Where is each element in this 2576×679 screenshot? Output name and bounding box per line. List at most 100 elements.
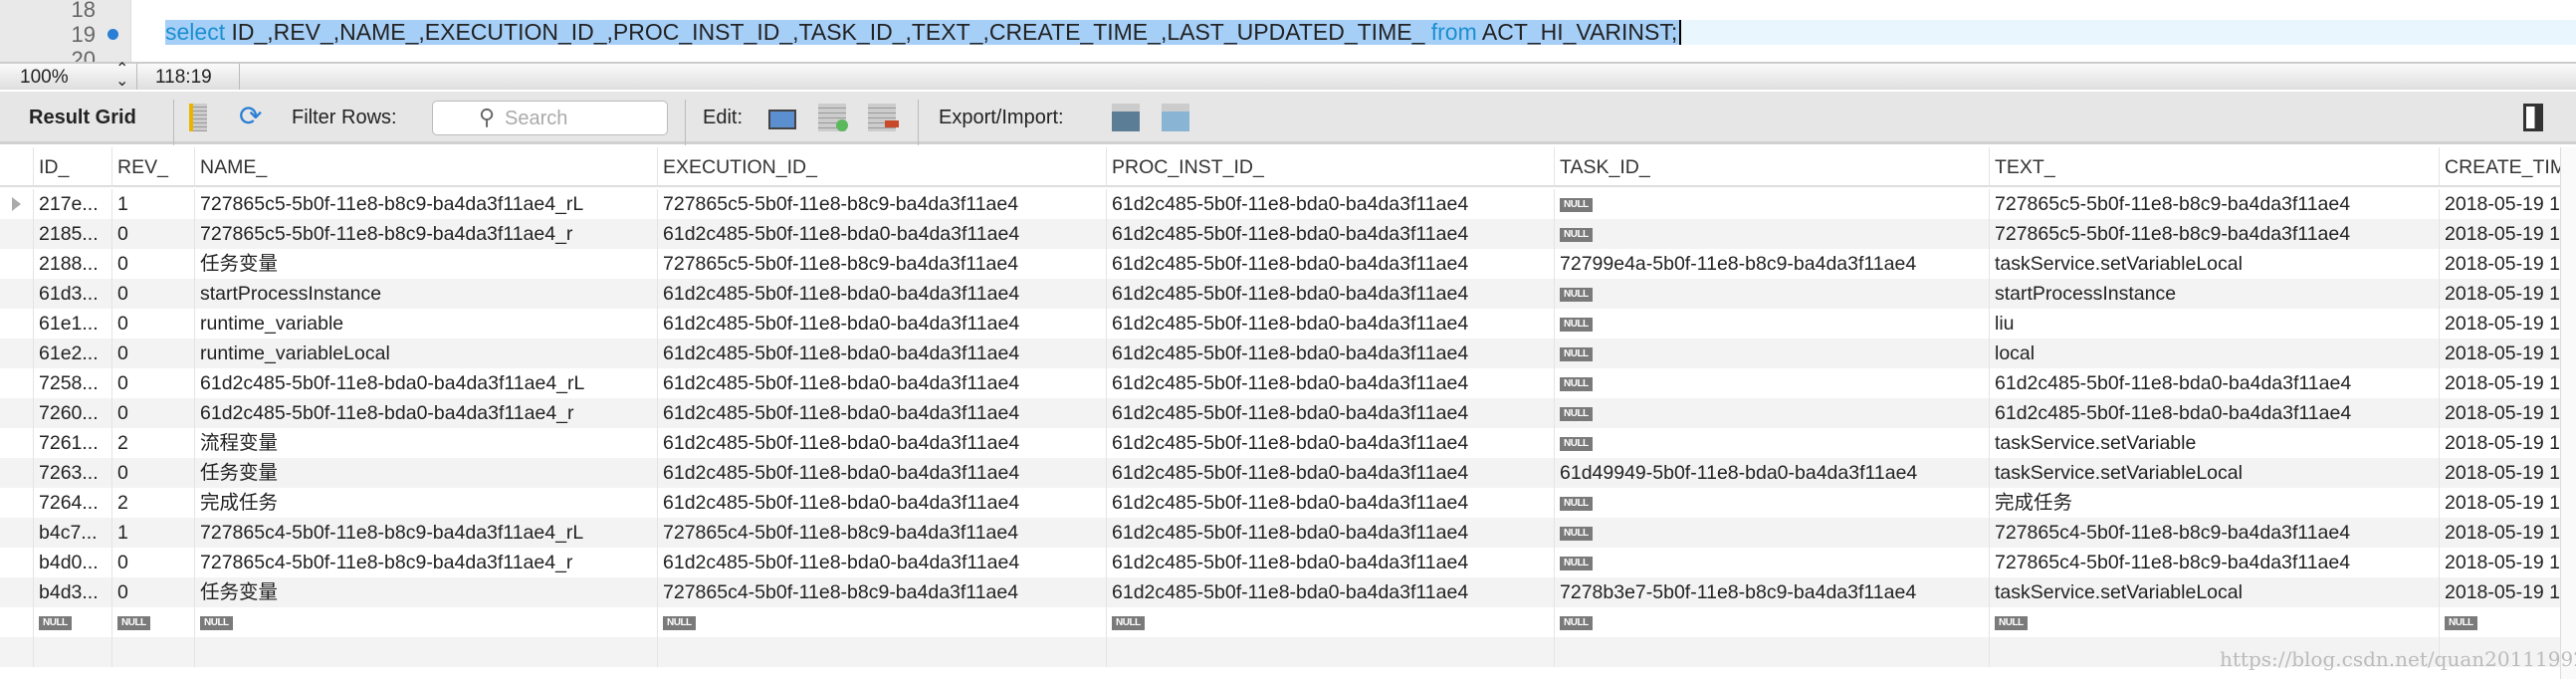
- column-header[interactable]: ID_: [33, 147, 111, 187]
- table-cell[interactable]: 217e...: [33, 189, 111, 219]
- table-cell[interactable]: [194, 637, 657, 667]
- table-cell[interactable]: 61d2c485-5b0f-11e8-bda0-ba4da3f11ae4: [657, 368, 1106, 398]
- table-cell[interactable]: 7258...: [33, 368, 111, 398]
- table-cell[interactable]: 727865c4-5b0f-11e8-b8c9-ba4da3f11ae4_r: [194, 548, 657, 577]
- table-cell[interactable]: 2: [111, 428, 194, 458]
- table-row[interactable]: 7264... 2 完成任务 61d2c485-5b0f-11e8-bda0-ba4d…: [0, 488, 2560, 518]
- table-cell[interactable]: 0: [111, 458, 194, 488]
- table-cell[interactable]: 61d2c485-5b0f-11e8-bda0-ba4da3f11ae4: [1106, 398, 1554, 428]
- table-cell[interactable]: [1106, 637, 1554, 667]
- table-cell[interactable]: taskService.setVariable: [1989, 428, 2439, 458]
- table-cell[interactable]: 任务变量: [194, 249, 657, 279]
- column-header[interactable]: CREATE_TIM: [2439, 147, 2560, 187]
- table-cell[interactable]: 任务变量: [194, 577, 657, 607]
- refresh-icon[interactable]: ⟳: [239, 100, 267, 131]
- table-cell[interactable]: 7278b3e7-5b0f-11e8-b8c9-ba4da3f11ae4: [1554, 577, 1989, 607]
- table-cell[interactable]: 0: [111, 398, 194, 428]
- table-cell[interactable]: b4d0...: [33, 548, 111, 577]
- table-cell[interactable]: liu: [1989, 309, 2439, 339]
- table-cell[interactable]: taskService.setVariableLocal: [1989, 249, 2439, 279]
- table-row[interactable]: 7258... 0 61d2c485-5b0f-11e8-bda0-ba4da3f1…: [0, 368, 2560, 398]
- table-row[interactable]: 7260... 0 61d2c485-5b0f-11e8-bda0-ba4da3f1…: [0, 398, 2560, 428]
- table-row[interactable]: 2185... 0 727865c5-5b0f-11e8-b8c9-ba4da3f1…: [0, 219, 2560, 249]
- sql-statement[interactable]: select ID_,REV_,NAME_,EXECUTION_ID_,PROC…: [165, 20, 1682, 45]
- column-header[interactable]: TEXT_: [1989, 147, 2439, 187]
- table-cell[interactable]: 727865c4-5b0f-11e8-b8c9-ba4da3f11ae4: [1989, 518, 2439, 548]
- insert-row-icon[interactable]: [818, 104, 848, 131]
- table-cell[interactable]: 2018-05-19 1: [2439, 249, 2560, 279]
- table-cell[interactable]: [111, 637, 194, 667]
- table-row[interactable]: 2188... 0 任务变量 727865c5-5b0f-11e8-b8c9-ba4d…: [0, 249, 2560, 279]
- column-header[interactable]: PROC_INST_ID_: [1106, 147, 1554, 187]
- table-cell[interactable]: 61d2c485-5b0f-11e8-bda0-ba4da3f11ae4: [657, 488, 1106, 518]
- table-cell[interactable]: 2018-05-19 1: [2439, 368, 2560, 398]
- table-cell[interactable]: 61d2c485-5b0f-11e8-bda0-ba4da3f11ae4: [1106, 339, 1554, 368]
- table-cell[interactable]: 61d2c485-5b0f-11e8-bda0-ba4da3f11ae4: [1106, 428, 1554, 458]
- zoom-stepper[interactable]: ⌃ ⌄: [115, 62, 128, 90]
- table-cell[interactable]: 727865c5-5b0f-11e8-b8c9-ba4da3f11ae4_r: [194, 219, 657, 249]
- table-cell[interactable]: [657, 637, 1106, 667]
- table-row[interactable]: 7261... 2 流程变量 61d2c485-5b0f-11e8-bda0-ba4d…: [0, 428, 2560, 458]
- table-cell[interactable]: [33, 637, 111, 667]
- table-row[interactable]: 7263... 0 任务变量 61d2c485-5b0f-11e8-bda0-ba4d…: [0, 458, 2560, 488]
- table-cell[interactable]: 2018-05-19 1: [2439, 279, 2560, 309]
- table-cell[interactable]: 61d2c485-5b0f-11e8-bda0-ba4da3f11ae4: [657, 398, 1106, 428]
- table-cell[interactable]: startProcessInstance: [194, 279, 657, 309]
- table-cell[interactable]: 7263...: [33, 458, 111, 488]
- table-cell[interactable]: NULL: [111, 607, 194, 637]
- table-cell[interactable]: 7260...: [33, 398, 111, 428]
- table-cell[interactable]: 61d2c485-5b0f-11e8-bda0-ba4da3f11ae4: [1106, 368, 1554, 398]
- sql-editor[interactable]: 18 19 20 select ID_,REV_,NAME_,EXECUTION…: [0, 0, 2576, 62]
- table-row[interactable]: 217e... 1 727865c5-5b0f-11e8-b8c9-ba4da3f1…: [0, 189, 2560, 219]
- export-icon[interactable]: [1112, 104, 1140, 131]
- table-cell[interactable]: 61d2c485-5b0f-11e8-bda0-ba4da3f11ae4: [1989, 398, 2439, 428]
- table-cell[interactable]: 2018-05-19 1: [2439, 458, 2560, 488]
- table-cell[interactable]: 2018-05-19 1: [2439, 548, 2560, 577]
- table-cell[interactable]: 727865c4-5b0f-11e8-b8c9-ba4da3f11ae4: [657, 518, 1106, 548]
- table-cell[interactable]: 7264...: [33, 488, 111, 518]
- table-cell[interactable]: 61d2c485-5b0f-11e8-bda0-ba4da3f11ae4: [1106, 249, 1554, 279]
- table-cell[interactable]: 0: [111, 249, 194, 279]
- table-cell[interactable]: 61d2c485-5b0f-11e8-bda0-ba4da3f11ae4: [1106, 518, 1554, 548]
- table-cell[interactable]: 727865c4-5b0f-11e8-b8c9-ba4da3f11ae4: [1989, 548, 2439, 577]
- column-header[interactable]: NAME_: [194, 147, 657, 187]
- table-cell[interactable]: 61d2c485-5b0f-11e8-bda0-ba4da3f11ae4: [1106, 189, 1554, 219]
- table-cell[interactable]: NULL: [1554, 518, 1989, 548]
- table-cell[interactable]: 727865c5-5b0f-11e8-b8c9-ba4da3f11ae4: [1989, 219, 2439, 249]
- table-row[interactable]: b4c7... 1 727865c4-5b0f-11e8-b8c9-ba4da3f1…: [0, 518, 2560, 548]
- toggle-panel-icon[interactable]: [2523, 104, 2543, 131]
- table-cell[interactable]: 2: [111, 488, 194, 518]
- table-cell[interactable]: 61d2c485-5b0f-11e8-bda0-ba4da3f11ae4: [657, 279, 1106, 309]
- table-cell[interactable]: runtime_variable: [194, 309, 657, 339]
- table-cell[interactable]: local: [1989, 339, 2439, 368]
- table-cell[interactable]: 61d2c485-5b0f-11e8-bda0-ba4da3f11ae4_rL: [194, 368, 657, 398]
- table-cell[interactable]: 61d2c485-5b0f-11e8-bda0-ba4da3f11ae4: [657, 548, 1106, 577]
- table-cell[interactable]: 7261...: [33, 428, 111, 458]
- table-cell[interactable]: NULL: [194, 607, 657, 637]
- table-cell[interactable]: NULL: [1554, 428, 1989, 458]
- table-row[interactable]: NULL NULL NULL NULL NULL NULL NULL NULL: [0, 607, 2560, 637]
- table-cell[interactable]: 61d2c485-5b0f-11e8-bda0-ba4da3f11ae4: [1106, 577, 1554, 607]
- table-cell[interactable]: 61d2c485-5b0f-11e8-bda0-ba4da3f11ae4_r: [194, 398, 657, 428]
- table-cell[interactable]: 流程变量: [194, 428, 657, 458]
- table-cell[interactable]: taskService.setVariableLocal: [1989, 458, 2439, 488]
- table-cell[interactable]: 2188...: [33, 249, 111, 279]
- table-cell[interactable]: 1: [111, 518, 194, 548]
- table-cell[interactable]: NULL: [1554, 548, 1989, 577]
- search-input[interactable]: ⚲ Search: [432, 101, 668, 135]
- table-cell[interactable]: 0: [111, 577, 194, 607]
- table-cell[interactable]: [1554, 637, 1989, 667]
- table-cell[interactable]: NULL: [1554, 339, 1989, 368]
- table-cell[interactable]: NULL: [1554, 309, 1989, 339]
- table-cell[interactable]: b4d3...: [33, 577, 111, 607]
- table-cell[interactable]: startProcessInstance: [1989, 279, 2439, 309]
- table-cell[interactable]: NULL: [1106, 607, 1554, 637]
- table-cell[interactable]: 727865c5-5b0f-11e8-b8c9-ba4da3f11ae4: [1989, 189, 2439, 219]
- table-cell[interactable]: 61d2c485-5b0f-11e8-bda0-ba4da3f11ae4: [657, 428, 1106, 458]
- table-cell[interactable]: 727865c4-5b0f-11e8-b8c9-ba4da3f11ae4: [657, 577, 1106, 607]
- column-header[interactable]: EXECUTION_ID_: [657, 147, 1106, 187]
- table-cell[interactable]: 61d2c485-5b0f-11e8-bda0-ba4da3f11ae4: [657, 309, 1106, 339]
- table-row[interactable]: 61e1... 0 runtime_variable 61d2c485-5b0f-11…: [0, 309, 2560, 339]
- table-cell[interactable]: 61d2c485-5b0f-11e8-bda0-ba4da3f11ae4: [1106, 488, 1554, 518]
- table-cell[interactable]: 2018-05-19 1: [2439, 518, 2560, 548]
